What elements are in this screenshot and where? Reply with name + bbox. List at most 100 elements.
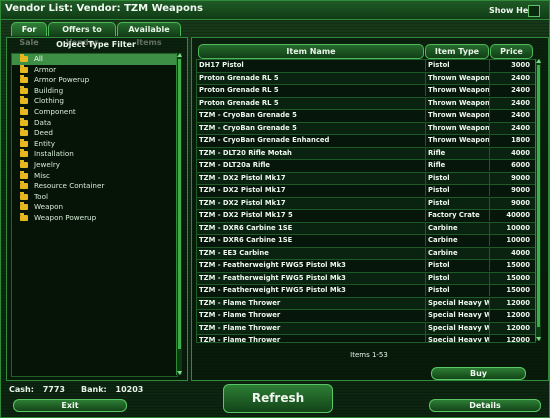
tab-offers-to-vendor[interactable]: Offers to Vendor: [48, 22, 116, 47]
item-type-cell: Carbine: [425, 222, 490, 234]
folder-icon: [20, 138, 28, 147]
item-name-cell: Proton Grenade RL 5: [199, 73, 279, 82]
exit-button[interactable]: Exit: [13, 399, 127, 412]
table-row[interactable]: TZM - DX2 Pistol Mk17 5 Factory Crate 4000…: [197, 210, 535, 223]
folder-icon: [20, 212, 28, 221]
item-type-cell: Thrown Weapon: [425, 97, 490, 109]
filter-item[interactable]: Resource Container: [12, 181, 177, 192]
price-cell: 2400: [489, 72, 530, 84]
table-row[interactable]: DH17 Pistol Pistol 3000: [197, 60, 535, 73]
filter-item[interactable]: Data: [12, 117, 177, 129]
table-row[interactable]: TZM - DLT20 Rifle Motah Rifle 4000: [197, 147, 535, 160]
column-header-item-name[interactable]: Item Name: [198, 44, 424, 59]
table-row[interactable]: Proton Grenade RL 5 Thrown Weapon 2400: [197, 85, 535, 98]
window-title: Vendor List: Vendor: TZM Weapons: [5, 3, 203, 14]
folder-icon: [20, 64, 28, 73]
table-row[interactable]: TZM - EE3 Carbine Carbine 4000: [197, 247, 535, 260]
item-name-cell: TZM - DXR6 Carbine 1SE: [199, 236, 293, 244]
filter-item[interactable]: Jewelry: [12, 159, 177, 171]
filter-item-label: Entity: [34, 138, 55, 148]
filter-item[interactable]: Armor: [12, 64, 177, 76]
items-scrollbar[interactable]: [535, 59, 541, 341]
item-type-cell: Pistol: [425, 60, 490, 71]
filter-item[interactable]: Deed: [12, 128, 177, 139]
item-name-cell: TZM - DX2 Pistol Mk17: [199, 186, 286, 194]
table-row[interactable]: TZM - Featherweight FWG5 Pistol Mk3 Pisto…: [197, 272, 535, 285]
item-type-cell: Pistol: [425, 172, 490, 184]
price-cell: 12000: [489, 297, 530, 309]
show-help-checkbox[interactable]: [528, 5, 540, 17]
bank-label: Bank:: [81, 385, 107, 394]
item-name-cell: TZM - Featherweight FWG5 Pistol Mk3: [199, 286, 346, 294]
folder-icon: [20, 170, 28, 179]
table-row[interactable]: TZM - Flame Thrower Special Heavy W...120…: [197, 297, 535, 310]
tab-available-items[interactable]: Available Items: [117, 22, 181, 47]
filter-item-label: Component: [34, 106, 76, 116]
filter-item[interactable]: Weapon Powerup: [12, 212, 177, 224]
filter-item-label: Armor: [34, 64, 57, 74]
scroll-down-arrow-icon[interactable]: [536, 337, 541, 341]
item-name-cell: TZM - DX2 Pistol Mk17 5: [199, 211, 293, 219]
table-row[interactable]: Proton Grenade RL 5 Thrown Weapon 2400: [197, 97, 535, 110]
buy-button[interactable]: Buy: [431, 367, 526, 380]
table-row[interactable]: TZM - DX2 Pistol Mk17 Pistol 9000: [197, 197, 535, 210]
table-row[interactable]: TZM - Flame Thrower Special Heavy W...120…: [197, 335, 535, 342]
table-row[interactable]: TZM - Flame Thrower Special Heavy W...120…: [197, 322, 535, 335]
table-row[interactable]: TZM - CryoBan Grenade Enhanced Thrown Wea…: [197, 135, 535, 148]
column-header-price[interactable]: Price: [490, 44, 533, 59]
table-row[interactable]: TZM - Flame Thrower Special Heavy W...120…: [197, 310, 535, 323]
table-row[interactable]: TZM - CryoBan Grenade 5 Thrown Weapon 2400: [197, 110, 535, 123]
filter-item[interactable]: Weapon: [12, 202, 177, 213]
item-name-cell: Proton Grenade RL 5: [199, 98, 279, 107]
folder-icon: [20, 117, 28, 126]
filter-scroll-thumb[interactable]: [178, 59, 181, 349]
folder-icon: [20, 149, 28, 158]
table-row[interactable]: TZM - DX2 Pistol Mk17 Pistol 9000: [197, 185, 535, 198]
table-row[interactable]: Proton Grenade RL 5 Thrown Weapon 2400: [197, 72, 535, 85]
table-row[interactable]: TZM - DXR6 Carbine 1SE Carbine 10000: [197, 222, 535, 235]
scroll-down-arrow-icon[interactable]: [177, 371, 182, 375]
table-row[interactable]: TZM - Featherweight FWG5 Pistol Mk3 Pisto…: [197, 260, 535, 273]
table-row[interactable]: TZM - DX2 Pistol Mk17 Pistol 9000: [197, 172, 535, 185]
scroll-up-arrow-icon[interactable]: [536, 59, 541, 63]
filter-item-label: Weapon: [34, 202, 64, 212]
price-cell: 40000: [489, 210, 530, 221]
details-button[interactable]: Details: [429, 399, 541, 412]
filter-item[interactable]: Misc: [12, 170, 177, 182]
filter-item-label: Data: [34, 117, 52, 127]
filter-item[interactable]: Tool: [12, 191, 177, 203]
filter-item[interactable]: Component: [12, 106, 177, 118]
scroll-up-arrow-icon[interactable]: [177, 53, 182, 57]
filter-item-label: Deed: [34, 128, 53, 138]
refresh-button[interactable]: Refresh: [223, 384, 333, 413]
item-type-cell: Factory Crate: [425, 210, 490, 221]
items-scroll-thumb[interactable]: [537, 65, 540, 327]
item-name-cell: TZM - DX2 Pistol Mk17: [199, 198, 286, 207]
column-header-item-type[interactable]: Item Type: [425, 44, 489, 59]
filter-title: Object Type Filter: [56, 40, 136, 49]
price-cell: 10000: [489, 235, 530, 246]
filter-list: All Armor Armor Powerup Building Clothing Com…: [11, 53, 178, 377]
price-cell: 12000: [489, 310, 530, 321]
filter-scrollbar[interactable]: [176, 53, 182, 375]
filter-item[interactable]: Installation: [12, 149, 177, 160]
item-type-cell: Pistol: [425, 272, 490, 284]
filter-item[interactable]: All: [12, 54, 177, 65]
filter-item-label: Resource Container: [34, 181, 105, 191]
tab-for-sale[interactable]: For Sale: [11, 22, 47, 47]
table-row[interactable]: TZM - DLT20a Rifle Rifle 6000: [197, 160, 535, 173]
table-row[interactable]: TZM - Featherweight FWG5 Pistol Mk3 Pisto…: [197, 285, 535, 298]
filter-item[interactable]: Clothing: [12, 96, 177, 107]
price-cell: 10000: [489, 222, 530, 234]
filter-item[interactable]: Armor Powerup: [12, 75, 177, 86]
filter-item[interactable]: Entity: [12, 138, 177, 150]
item-name-cell: TZM - Featherweight FWG5 Pistol Mk3: [199, 261, 346, 269]
filter-item-label: Clothing: [34, 96, 64, 106]
title-bar[interactable]: Vendor List: Vendor: TZM Weapons Show He…: [1, 1, 549, 20]
table-row[interactable]: TZM - DXR6 Carbine 1SE Carbine 10000: [197, 235, 535, 248]
cash-label: Cash:: [9, 385, 34, 394]
table-row[interactable]: TZM - CryoBan Grenade 5 Thrown Weapon 2400: [197, 122, 535, 135]
item-type-cell: Rifle: [425, 147, 490, 159]
filter-item[interactable]: Building: [12, 85, 177, 97]
price-cell: 12000: [489, 322, 530, 334]
